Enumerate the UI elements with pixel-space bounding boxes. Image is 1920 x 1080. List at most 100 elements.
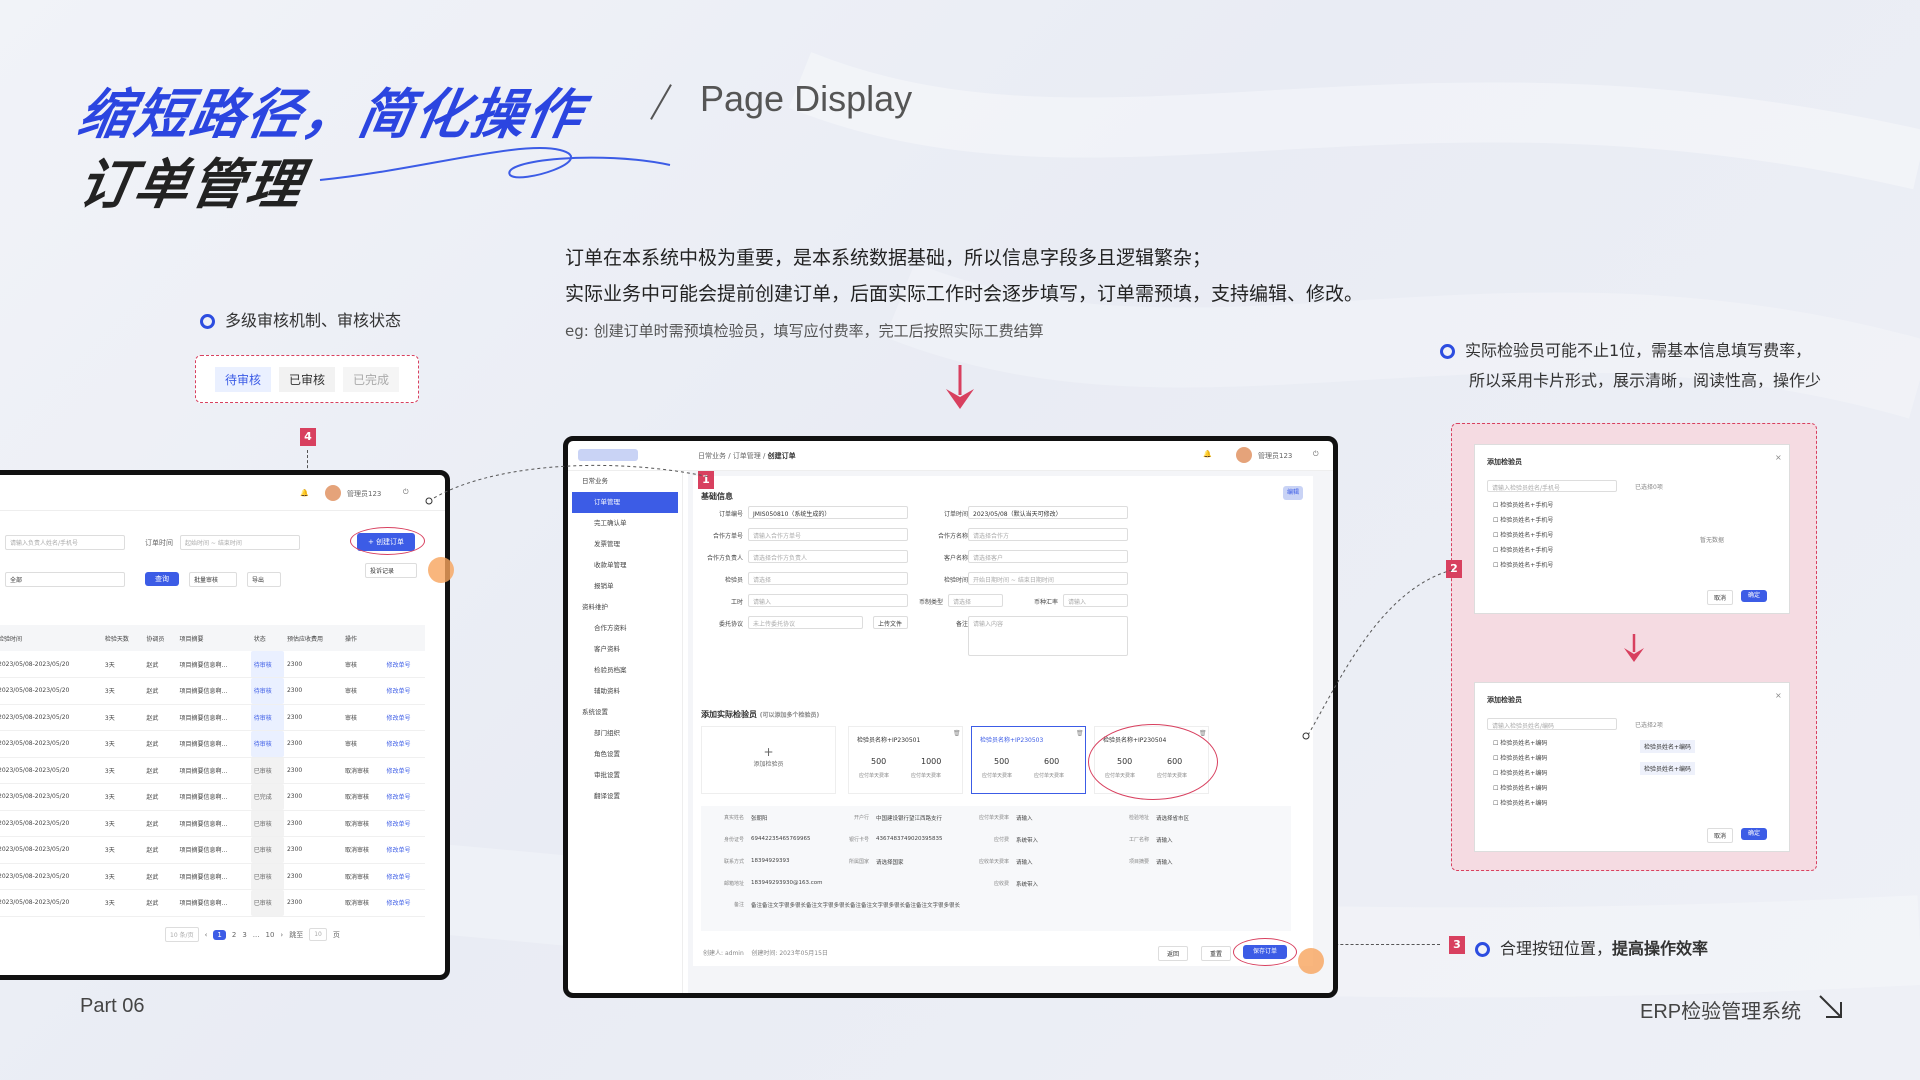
complaint-record-button[interactable]: 投诉记录 bbox=[365, 563, 417, 578]
tab-approved[interactable]: 已审核 bbox=[278, 366, 335, 392]
power-icon[interactable]: ⏻ bbox=[403, 488, 409, 497]
edit-tag[interactable]: 编辑 bbox=[1283, 486, 1303, 500]
page-1[interactable]: 1 bbox=[213, 929, 226, 940]
dialog-list-item[interactable]: ☐ 检验员姓名+编码 bbox=[1493, 798, 1547, 807]
sidebar-item[interactable]: 完工确认单 bbox=[572, 513, 678, 534]
detail-label: 检验地址 bbox=[1128, 815, 1149, 821]
dialog-list-item[interactable]: ☐ 检验员姓名+编码 bbox=[1493, 738, 1547, 747]
dialog-list-item[interactable]: ☐ 检验员姓名+编码 bbox=[1493, 753, 1547, 762]
inspect-time-range[interactable]: 开始日期时间 ~ 结束日期时间 bbox=[968, 572, 1128, 585]
page-size-select[interactable]: 10 条/页 bbox=[165, 927, 199, 942]
sidebar-item[interactable]: 翻译设置 bbox=[572, 786, 678, 807]
cell-op[interactable]: 取消审核 bbox=[342, 837, 383, 864]
power-icon[interactable]: ⏻ bbox=[1313, 450, 1319, 459]
cell-op[interactable]: 审核 bbox=[342, 678, 383, 705]
reset-button[interactable]: 重置 bbox=[1201, 946, 1231, 961]
tab-completed[interactable]: 已完成 bbox=[343, 366, 400, 392]
close-icon[interactable]: × bbox=[1775, 453, 1782, 462]
form-input[interactable]: 请选择合作方负责人 bbox=[748, 550, 908, 563]
sidebar-item[interactable]: 系统设置 bbox=[572, 702, 678, 723]
cell-edit[interactable]: 修改单号 bbox=[383, 731, 425, 758]
cell-op[interactable]: 取消审核 bbox=[342, 810, 383, 837]
back-button[interactable]: 返回 bbox=[1158, 946, 1188, 961]
cell-edit[interactable]: 修改单号 bbox=[383, 784, 425, 811]
form-input[interactable]: 请选择客户 bbox=[968, 550, 1128, 563]
sidebar-item[interactable]: 检验员档案 bbox=[572, 660, 678, 681]
dialog-list-item[interactable]: ☐ 检验员姓名+手机号 bbox=[1493, 530, 1553, 539]
cell-op[interactable]: 审核 bbox=[342, 731, 383, 758]
cell-edit[interactable]: 修改单号 bbox=[383, 704, 425, 731]
form-input[interactable]: JMIS050810（系统生成的） bbox=[748, 506, 908, 519]
cell-edit[interactable]: 修改单号 bbox=[383, 810, 425, 837]
filter-select[interactable]: 全部 bbox=[5, 572, 125, 587]
cell-op[interactable]: 审核 bbox=[342, 704, 383, 731]
ok-button[interactable]: 确定 bbox=[1741, 590, 1767, 602]
delete-icon[interactable]: 🗑 bbox=[953, 730, 961, 737]
cell-edit[interactable]: 修改单号 bbox=[383, 651, 425, 678]
cell-op[interactable]: 取消审核 bbox=[342, 863, 383, 890]
sidebar-item[interactable]: 资料维护 bbox=[572, 597, 678, 618]
cell-edit[interactable]: 修改单号 bbox=[383, 837, 425, 864]
form-input[interactable]: 2023/05/08（默认当天可修改） bbox=[968, 506, 1128, 519]
sidebar-item[interactable]: 角色设置 bbox=[572, 744, 678, 765]
sidebar-item[interactable]: 收款单管理 bbox=[572, 555, 678, 576]
sidebar-item[interactable]: 发票管理 bbox=[572, 534, 678, 555]
delete-icon[interactable]: 🗑 bbox=[1076, 730, 1084, 737]
search-input[interactable]: 请输入负责人姓名/手机号 bbox=[5, 535, 125, 550]
bell-icon[interactable]: 🔔 bbox=[300, 489, 309, 497]
form-input[interactable]: 未上传委托协议 bbox=[748, 616, 863, 629]
cell-op[interactable]: 取消审核 bbox=[342, 890, 383, 917]
cell-edit[interactable]: 修改单号 bbox=[383, 890, 425, 917]
dialog-search-input[interactable]: 请输入检验员姓名/编码 bbox=[1487, 718, 1617, 730]
inspector-card[interactable]: 检验员名称+IP230501 500 1000 应付单天费率 应付单天费率 🗑 bbox=[848, 726, 963, 794]
goto-input[interactable]: 10 bbox=[309, 928, 327, 941]
page-2[interactable]: 2 bbox=[232, 931, 236, 939]
close-icon[interactable]: × bbox=[1775, 691, 1782, 700]
export-button[interactable]: 导出 bbox=[247, 572, 281, 587]
form-input[interactable]: 请输入 bbox=[748, 594, 908, 607]
cell-edit[interactable]: 修改单号 bbox=[383, 678, 425, 705]
batch-review-button[interactable]: 批量审核 bbox=[189, 572, 237, 587]
dialog-list-item[interactable]: ☐ 检验员姓名+手机号 bbox=[1493, 560, 1553, 569]
avatar[interactable] bbox=[325, 485, 341, 501]
dialog-list-item[interactable]: ☐ 检验员姓名+手机号 bbox=[1493, 500, 1553, 509]
date-range-input[interactable]: 起始时间 ~ 结束时间 bbox=[180, 535, 300, 550]
remark-textarea[interactable]: 请输入内容 bbox=[968, 616, 1128, 656]
rate-input[interactable]: 请输入 bbox=[1063, 594, 1128, 607]
cancel-button[interactable]: 取消 bbox=[1707, 590, 1733, 605]
sidebar-item[interactable]: 报销单 bbox=[572, 576, 678, 597]
dialog-list-item[interactable]: ☐ 检验员姓名+编码 bbox=[1493, 783, 1547, 792]
bell-icon[interactable]: 🔔 bbox=[1203, 450, 1212, 458]
form-input[interactable]: 请选择 bbox=[748, 572, 908, 585]
page-10[interactable]: 10 bbox=[265, 931, 274, 939]
cell-op[interactable]: 审核 bbox=[342, 651, 383, 678]
dialog-search-input[interactable]: 请输入检验员姓名/手机号 bbox=[1487, 480, 1617, 492]
dialog-list-item[interactable]: ☐ 检验员姓名+手机号 bbox=[1493, 515, 1553, 524]
chosen-chip[interactable]: 检验员姓名+编码 bbox=[1640, 740, 1696, 753]
form-input[interactable]: 请选择合作方 bbox=[968, 528, 1128, 541]
inspector-card[interactable]: 检验员名称+IP230503 500 600 应付单天费率 应付单天费率 🗑 bbox=[971, 726, 1086, 794]
tab-pending[interactable]: 待审核 bbox=[214, 366, 271, 392]
sidebar-item[interactable]: 合作方资料 bbox=[572, 618, 678, 639]
currency-select[interactable]: 请选择 bbox=[948, 594, 1003, 607]
chosen-chip[interactable]: 检验员姓名+编码 bbox=[1640, 762, 1696, 775]
query-button[interactable]: 查询 bbox=[145, 572, 179, 586]
dialog-list-item[interactable]: ☐ 检验员姓名+手机号 bbox=[1493, 545, 1553, 554]
upload-button[interactable]: 上传文件 bbox=[873, 616, 908, 629]
sidebar-item[interactable]: 客户资料 bbox=[572, 639, 678, 660]
cell-op[interactable]: 取消审核 bbox=[342, 784, 383, 811]
cancel-button[interactable]: 取消 bbox=[1707, 828, 1733, 843]
add-inspector-card[interactable]: + 添加检验员 bbox=[701, 726, 836, 794]
form-input[interactable]: 请输入合作方单号 bbox=[748, 528, 908, 541]
sidebar-item[interactable]: 部门组织 bbox=[572, 723, 678, 744]
sidebar-item[interactable]: 辅助资料 bbox=[572, 681, 678, 702]
dialog-list-item[interactable]: ☐ 检验员姓名+编码 bbox=[1493, 768, 1547, 777]
cell-edit[interactable]: 修改单号 bbox=[383, 863, 425, 890]
avatar[interactable] bbox=[1236, 447, 1252, 463]
cell-op[interactable]: 取消审核 bbox=[342, 757, 383, 784]
cell-status: 已审核 bbox=[250, 757, 284, 784]
sidebar-item[interactable]: 审批设置 bbox=[572, 765, 678, 786]
ok-button[interactable]: 确定 bbox=[1741, 828, 1767, 840]
cell-edit[interactable]: 修改单号 bbox=[383, 757, 425, 784]
page-3[interactable]: 3 bbox=[242, 931, 246, 939]
